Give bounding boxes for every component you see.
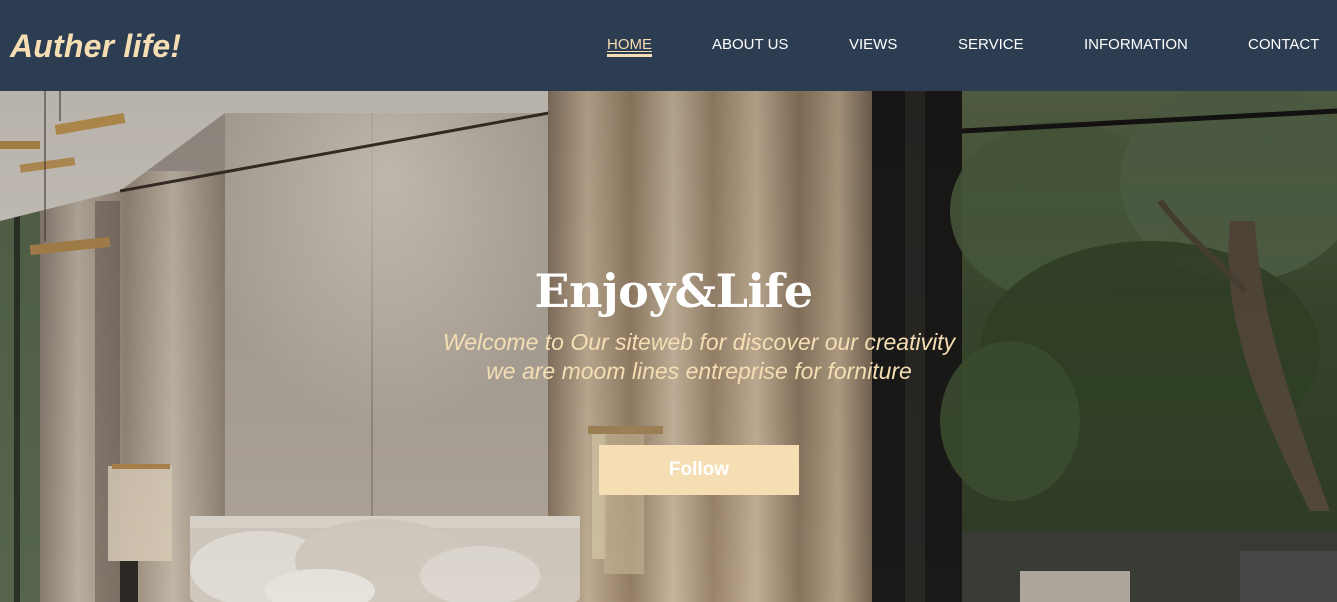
hero-subtitle-line2: we are moom lines entreprise for fornitu…	[486, 358, 912, 384]
hero-section: Enjoy&Life Welcome to Our siteweb for di…	[0, 91, 1337, 602]
nav-link-service[interactable]: SERVICE	[958, 36, 1024, 53]
nav-link-home[interactable]: HOME	[607, 36, 652, 57]
hero-subtitle-line1: Welcome to Our siteweb for discover our …	[442, 329, 956, 355]
main-nav: HOME ABOUT US VIEWS SERVICE INFORMATION …	[0, 36, 1337, 60]
nav-link-information[interactable]: INFORMATION	[1084, 36, 1188, 53]
follow-button[interactable]: Follow	[599, 445, 799, 495]
nav-link-views[interactable]: VIEWS	[849, 36, 897, 53]
nav-link-contact[interactable]: CONTACT	[1248, 36, 1319, 53]
navbar: Auther life! HOME ABOUT US VIEWS SERVICE…	[0, 0, 1337, 91]
nav-link-about-us[interactable]: ABOUT US	[712, 36, 788, 53]
hero-title: Enjoy&Life	[534, 264, 813, 318]
